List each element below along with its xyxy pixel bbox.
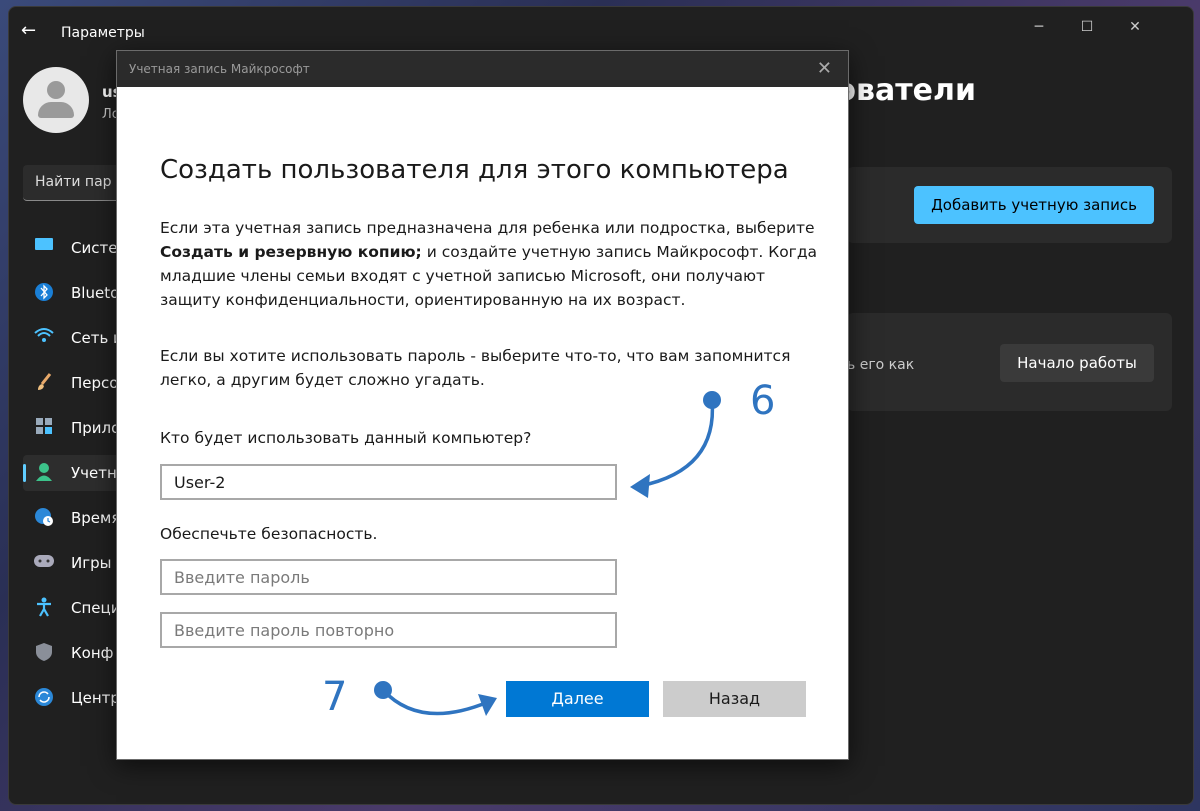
shield-icon — [33, 642, 55, 664]
close-window-icon[interactable]: ✕ — [1115, 13, 1155, 41]
brush-icon — [33, 372, 55, 394]
dialog-titlebar: Учетная запись Майкрософт ✕ — [117, 51, 848, 87]
titlebar: ← Параметры ─ ☐ ✕ — [9, 7, 1193, 55]
gamepad-icon — [33, 552, 55, 574]
sidebar-item-label: Персо — [71, 374, 119, 392]
maximize-icon[interactable]: ☐ — [1067, 13, 1107, 41]
get-started-button[interactable]: Начало работы — [1000, 344, 1154, 382]
apps-icon — [33, 417, 55, 439]
sidebar-item-label: Время — [71, 509, 121, 527]
add-account-button[interactable]: Добавить учетную запись — [914, 186, 1154, 224]
sidebar-item-label: Игры — [71, 554, 112, 572]
update-icon — [33, 687, 55, 709]
back-button[interactable]: Назад — [663, 681, 806, 717]
sidebar-item-label: Учетн — [71, 464, 117, 482]
password-input[interactable] — [160, 559, 617, 595]
create-user-dialog: Учетная запись Майкрософт ✕ Создать поль… — [116, 50, 849, 760]
sidebar-item-label: Специ — [71, 599, 121, 617]
step-number-6: 6 — [750, 378, 776, 424]
child-account-paragraph: Если эта учетная запись предназначена дл… — [160, 219, 818, 309]
sidebar-item-label: Blueto — [71, 284, 120, 302]
password-repeat-input[interactable] — [160, 612, 617, 648]
sidebar-item-label: Систе — [71, 239, 118, 257]
app-title: Параметры — [61, 25, 145, 41]
bluetooth-icon — [33, 282, 55, 304]
step-number-7: 7 — [322, 674, 348, 720]
wifi-icon — [33, 327, 55, 349]
sidebar-item-label: Прило — [71, 419, 121, 437]
next-button[interactable]: Далее — [506, 681, 649, 717]
dialog-heading: Создать пользователя для этого компьютер… — [160, 155, 789, 185]
dialog-title: Учетная запись Майкрософт — [129, 62, 310, 76]
sidebar-item-label: Конф — [71, 644, 114, 662]
globe-clock-icon — [33, 507, 55, 529]
security-label: Обеспечьте безопасность. — [160, 525, 378, 543]
avatar[interactable] — [23, 67, 89, 133]
close-icon[interactable]: ✕ — [817, 58, 832, 79]
username-input[interactable] — [160, 464, 617, 500]
minimize-icon[interactable]: ─ — [1019, 13, 1059, 41]
sidebar-item-label: Центр — [71, 689, 120, 707]
back-arrow-icon[interactable]: ← — [21, 21, 41, 41]
person-icon — [33, 462, 55, 484]
card-description: ь его как — [847, 357, 915, 373]
password-hint-paragraph: Если вы хотите использовать пароль - выб… — [160, 347, 791, 389]
username-label: Кто будет использовать данный компьютер? — [160, 429, 532, 447]
accessibility-icon — [33, 597, 55, 619]
monitor-icon — [33, 237, 55, 259]
